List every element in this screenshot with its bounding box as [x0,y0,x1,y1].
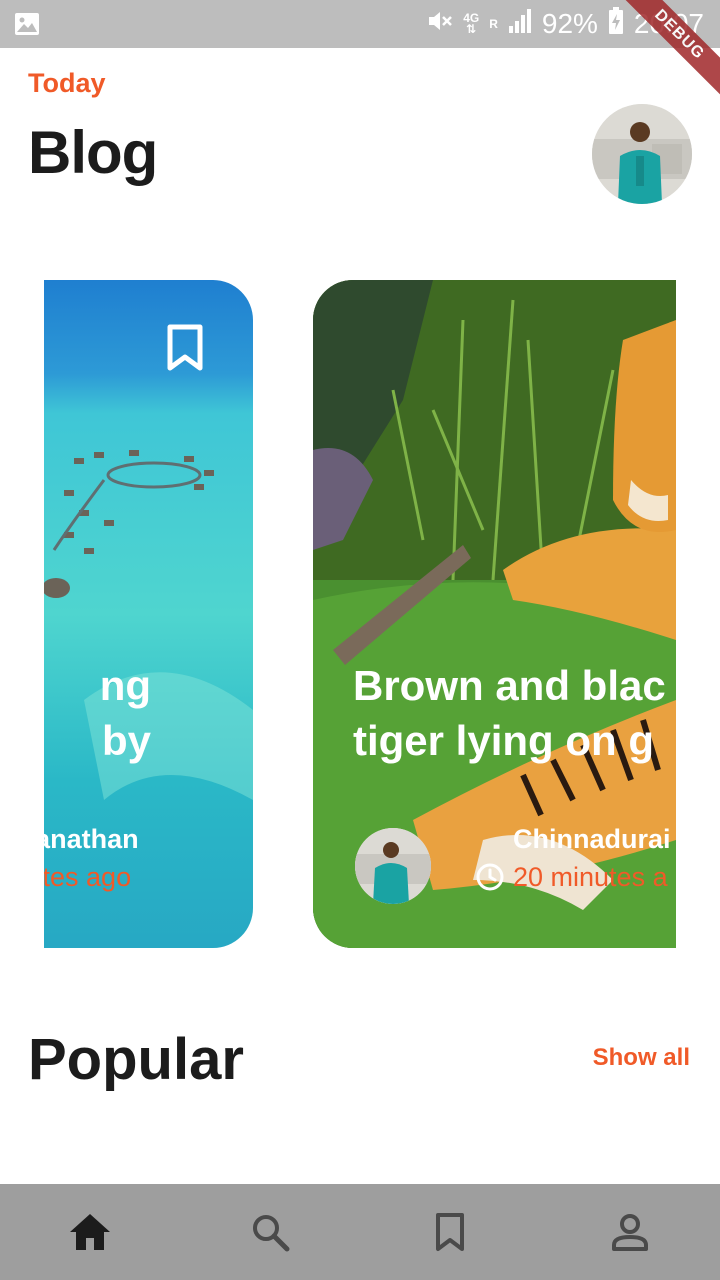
battery-charging-icon [608,6,624,42]
mute-icon [425,8,453,41]
signal-icon [508,8,532,41]
blog-card[interactable]: Brown and blac tiger lying on g Chinnadu… [313,280,676,948]
author-avatar[interactable] [355,828,431,904]
card-title-line: by [101,717,151,764]
data-arrows-icon: ⇅ [466,22,477,36]
bookmark-icon[interactable] [426,1208,474,1256]
card-time: minutes ago [44,862,132,892]
battery-percent: 92% [541,8,598,39]
page-title: Blog [28,119,158,186]
card-time: 20 minutes a [513,862,668,892]
card-title-line: Brown and blac [353,662,666,709]
section-title: Popular [28,1027,244,1092]
image-icon [14,12,40,36]
network-type: 4G ⇅ [463,12,479,36]
show-all-link[interactable]: Show all [593,1044,690,1072]
profile-icon[interactable] [606,1208,654,1256]
bottom-nav [0,1184,720,1280]
home-icon[interactable] [66,1208,114,1256]
card-author: ai Viswanathan [44,824,139,854]
status-bar: 4G ⇅ R 92% 20:07 [0,0,720,48]
card-title-line: ng [99,662,151,709]
avatar[interactable] [592,104,692,204]
card-title: ng by [44,658,151,768]
card-title-line: tiger lying on g [353,717,654,764]
roaming-indicator: R [489,16,498,31]
clock-icon [475,862,505,892]
bookmark-icon[interactable] [164,324,206,372]
header-subtitle: Today [28,68,106,98]
card-title: Brown and blac tiger lying on g [353,658,666,768]
card-author: Chinnadurai [513,824,671,854]
search-icon[interactable] [246,1208,294,1256]
blog-card[interactable]: ng by ai Viswanathan minutes ago [44,280,253,948]
